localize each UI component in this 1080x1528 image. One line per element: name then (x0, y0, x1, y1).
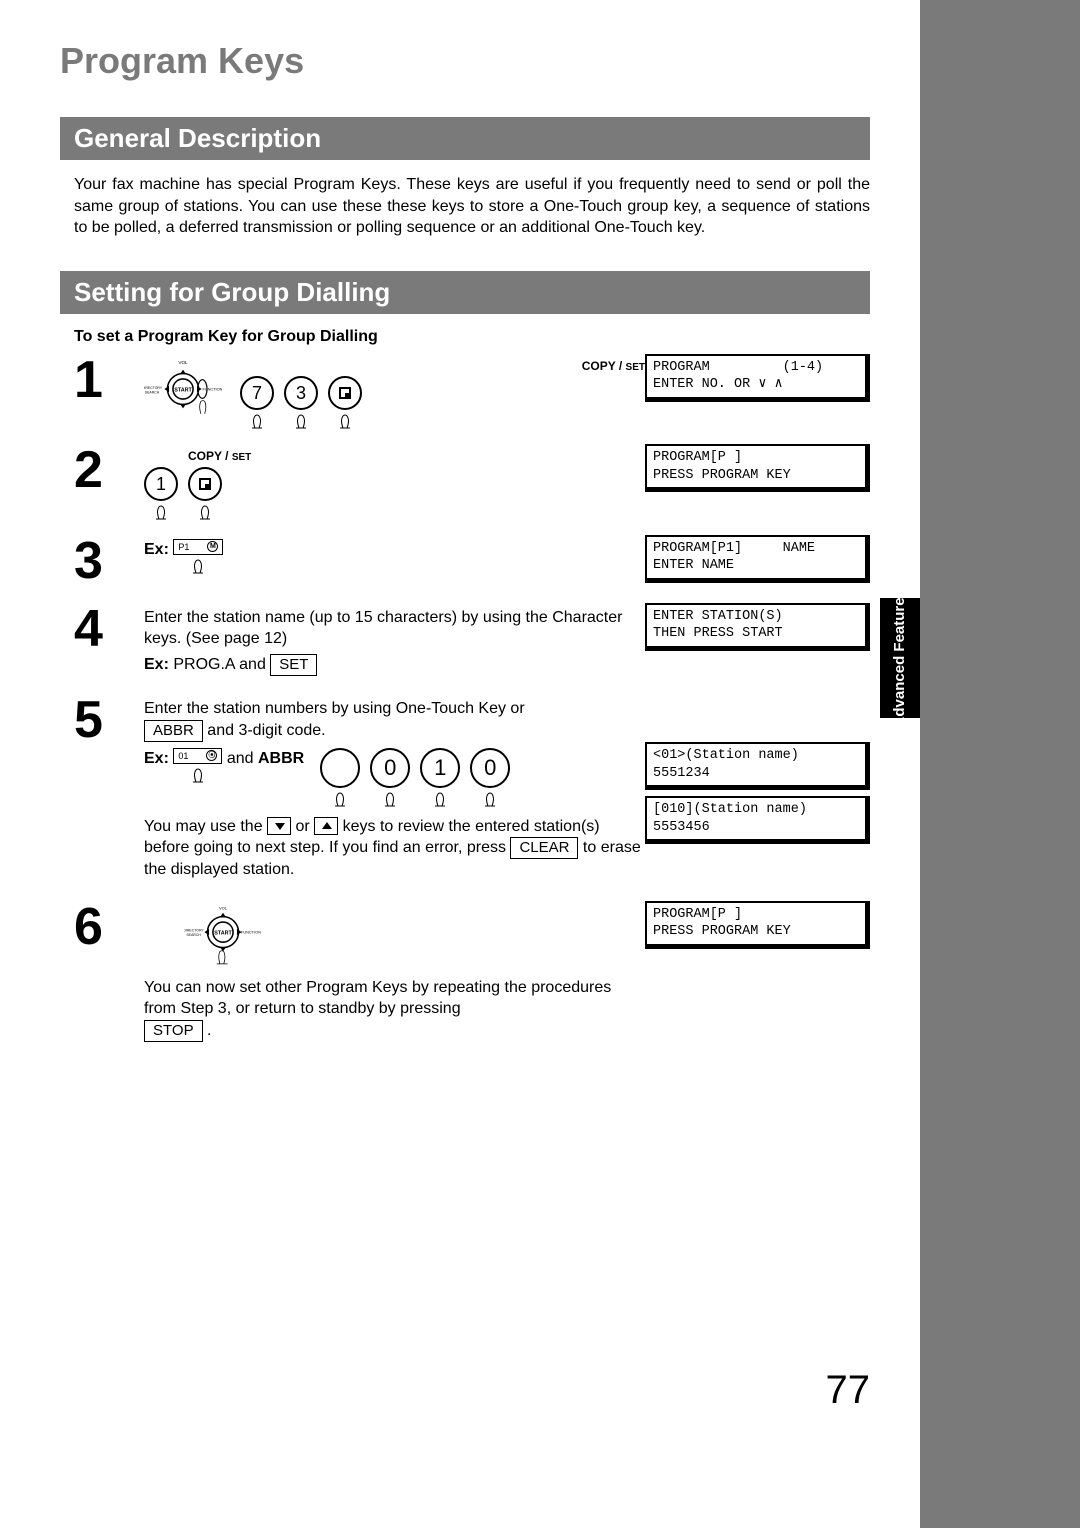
and-3-digit: and 3-digit code. (203, 722, 326, 739)
key-3: 3 (284, 376, 318, 430)
step-num-1: 1 (74, 354, 144, 406)
up-arrow-key (314, 817, 338, 835)
key-0b: 0 (470, 748, 510, 808)
side-tab-label: Advanced Features (892, 589, 909, 727)
section-general-heading: General Description (60, 117, 870, 160)
p1-key-icon: P1M (173, 539, 223, 555)
step-6-body: START VOL FUNCTION DIRECTORY SEARCH You … (144, 901, 645, 1042)
section-group-dialling-heading: Setting for Group Dialling (60, 271, 870, 314)
step-1: 1 START VOL FUNCTION DIRECTORY SEARCH (74, 354, 870, 431)
key-1: 1 (144, 467, 178, 521)
step-num-6: 6 (74, 901, 144, 953)
step-4-ex: PROG.A and (173, 656, 270, 673)
abbr-bold: ABBR (258, 750, 304, 767)
copy-set-label-1: COPY / SET (240, 358, 645, 375)
page-title: Program Keys (60, 40, 870, 82)
svg-text:FUNCTION: FUNCTION (202, 386, 222, 391)
step-num-2: 2 (74, 444, 144, 496)
step-num-3: 3 (74, 535, 144, 587)
svg-text:DIRECTORY: DIRECTORY (144, 386, 163, 390)
step-2: 2 COPY / SET 1 PROG (74, 444, 870, 521)
key-blank (320, 748, 360, 808)
start-pad-icon: START VOL FUNCTION DIRECTORY SEARCH (144, 358, 222, 420)
step-1-body: START VOL FUNCTION DIRECTORY SEARCH COPY… (144, 354, 645, 431)
step-6: 6 START VOL FUNCTION DIRECTORY SEARCH (74, 901, 870, 1042)
step-2-body: COPY / SET 1 (144, 444, 645, 521)
step-5-text1: Enter the station numbers by using One-T… (144, 700, 525, 717)
page-number: 77 (826, 1368, 871, 1413)
side-tab: Advanced Features (880, 598, 920, 718)
steps-container: 1 START VOL FUNCTION DIRECTORY SEARCH (60, 354, 870, 1042)
lcd-5b: [010](Station name) 5553456 (645, 796, 870, 844)
key-copyset-2 (188, 467, 222, 521)
step-6-text: You can now set other Program Keys by re… (144, 979, 611, 1018)
clear-key: CLEAR (510, 837, 578, 859)
step-5-body: Enter the station numbers by using One-T… (144, 694, 645, 881)
general-description-text: Your fax machine has special Program Key… (60, 174, 870, 239)
step-5: 5 Enter the station numbers by using One… (74, 694, 870, 881)
svg-text:VOL: VOL (219, 905, 228, 910)
ex-label-3: Ex: (144, 541, 169, 558)
lcd-4: ENTER STATION(S) THEN PRESS START (645, 603, 870, 651)
step-4-body: Enter the station name (up to 15 charact… (144, 603, 645, 680)
step-5-text2: You may use the (144, 818, 267, 835)
svg-text:SEARCH: SEARCH (145, 390, 160, 394)
svg-text:SEARCH: SEARCH (186, 933, 201, 937)
abbr-key: ABBR (144, 720, 203, 742)
set-key: SET (270, 654, 317, 676)
svg-text:START: START (214, 930, 232, 936)
step-num-4: 4 (74, 603, 144, 655)
right-margin-strip (920, 0, 1080, 1528)
step-4-text: Enter the station name (up to 15 charact… (144, 609, 622, 648)
key-7: 7 (240, 376, 274, 430)
lcd-3: PROGRAM[P1] NAME ENTER NAME (645, 535, 870, 583)
svg-text:DIRECTORY: DIRECTORY (184, 928, 204, 932)
svg-text:FUNCTION: FUNCTION (241, 930, 261, 935)
page-content: Program Keys General Description Your fa… (0, 0, 1080, 1096)
svg-text:START: START (174, 387, 192, 393)
lcd-6: PROGRAM[P ] PRESS PROGRAM KEY (645, 901, 870, 949)
key-0a: 0 (370, 748, 410, 808)
group-dialling-subhead: To set a Program Key for Group Dialling (74, 328, 870, 346)
start-pad-icon-2: START VOL FUNCTION DIRECTORY SEARCH (184, 905, 262, 967)
stop-key: STOP (144, 1020, 203, 1042)
step-3-body: Ex: P1M (144, 535, 645, 575)
key-copyset-1 (328, 376, 362, 430)
lcd-5a: <01>(Station name) 5551234 (645, 742, 870, 790)
step-4: 4 Enter the station name (up to 15 chara… (74, 603, 870, 680)
key-01-icon: 01⦿ (173, 748, 222, 764)
lcd-2: PROGRAM[P ] PRESS PROGRAM KEY (645, 444, 870, 492)
copy-set-label-2: COPY / SET (188, 448, 284, 465)
lcd-1: PROGRAM (1-4) ENTER NO. OR ∨ ∧ (645, 354, 870, 402)
down-arrow-key (267, 817, 291, 835)
key-1a: 1 (420, 748, 460, 808)
step-3: 3 Ex: P1M PROGRAM[P1] NAME ENTER NAME (74, 535, 870, 589)
step-num-5: 5 (74, 694, 144, 746)
svg-text:VOL: VOL (178, 360, 188, 365)
